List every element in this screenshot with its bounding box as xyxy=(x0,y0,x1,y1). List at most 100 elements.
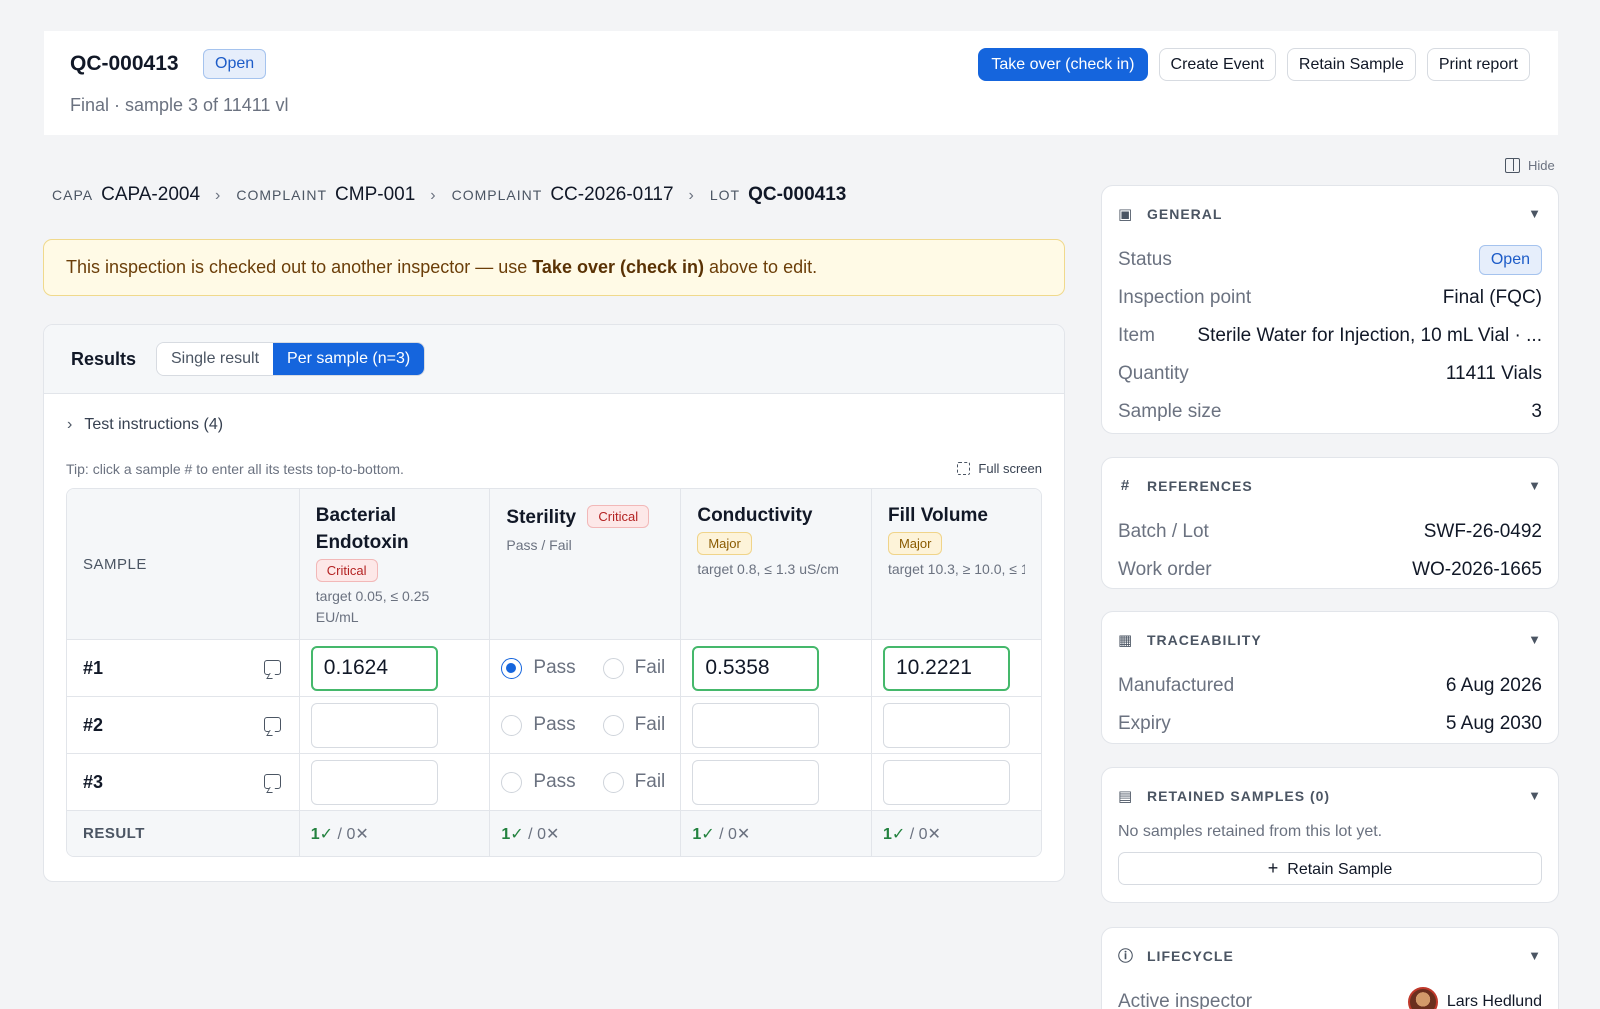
add-comment-icon[interactable] xyxy=(263,774,281,789)
severity-badge: Major xyxy=(697,532,752,555)
fill-volume-input[interactable] xyxy=(882,759,1010,805)
breadcrumb-complaint-link[interactable]: CMP-001 xyxy=(335,184,415,206)
sample-id[interactable]: #1 xyxy=(67,640,300,697)
add-comment-icon[interactable] xyxy=(263,660,281,675)
chevron-down-icon[interactable]: ▼ xyxy=(1528,478,1542,493)
sterility-cell: Pass Fail xyxy=(490,640,682,697)
fill-volume-cell xyxy=(871,697,1041,754)
lifecycle-panel-header[interactable]: ⓘ LIFECYCLE ▼ xyxy=(1118,928,1542,983)
field-value: WO-2026-1665 xyxy=(1412,559,1542,580)
fail-count: 0✕ xyxy=(537,825,560,843)
field-value: 6 Aug 2026 xyxy=(1445,675,1542,696)
fill-volume-input[interactable] xyxy=(882,702,1010,748)
hide-sidebar-button[interactable]: Hide xyxy=(1505,158,1555,173)
single-result-tab[interactable]: Single result xyxy=(157,343,274,375)
per-sample-tab[interactable]: Per sample (n=3) xyxy=(273,343,425,375)
breadcrumb: CAPA CAPA-2004 › COMPLAINT CMP-001 › COM… xyxy=(52,184,846,206)
endotoxin-cell xyxy=(299,754,491,811)
fail-radio[interactable] xyxy=(602,714,624,736)
general-panel: ▣ GENERAL ▼ Status Open Inspection point Fin… xyxy=(1101,185,1559,434)
print-report-button[interactable]: Print report xyxy=(1426,48,1530,81)
chevron-down-icon[interactable]: ▼ xyxy=(1528,948,1542,963)
endotoxin-input[interactable] xyxy=(310,759,438,805)
breadcrumb-lot-link[interactable]: QC-000413 xyxy=(748,184,846,206)
conductivity-input[interactable] xyxy=(692,645,820,691)
chevron-down-icon[interactable]: ▼ xyxy=(1528,632,1542,647)
pass-label: Pass xyxy=(533,771,576,792)
retained-samples-panel-header[interactable]: ▤ RETAINED SAMPLES (0) ▼ xyxy=(1118,768,1542,823)
chevron-down-icon[interactable]: ▼ xyxy=(1528,788,1542,803)
pass-count: 1✓ xyxy=(882,825,906,843)
result-separator: / xyxy=(528,825,533,843)
general-panel-header[interactable]: ▣ GENERAL ▼ xyxy=(1118,186,1542,241)
pass-radio[interactable] xyxy=(501,714,523,736)
fill-volume-input[interactable] xyxy=(882,645,1010,691)
retain-sample-button[interactable]: Retain Sample xyxy=(1286,48,1416,81)
endotoxin-cell xyxy=(299,640,491,697)
retain-sample-panel-button[interactable]: + Retain Sample xyxy=(1118,852,1542,885)
field-label: Sample size xyxy=(1118,401,1222,422)
panel-title: TRACEABILITY xyxy=(1147,631,1262,648)
test-instructions-label: Test instructions (4) xyxy=(84,416,224,433)
status-badge: Open xyxy=(203,49,267,79)
empty-state-text: No samples retained from this lot yet. xyxy=(1118,823,1383,840)
endotoxin-cell xyxy=(299,697,491,754)
pass-radio[interactable] xyxy=(501,771,523,793)
retained-samples-panel: ▤ RETAINED SAMPLES (0) ▼ No samples retain… xyxy=(1101,767,1559,903)
field-label: Manufactured xyxy=(1118,675,1235,696)
results-header: Results Single result Per sample (n=3) xyxy=(44,325,1064,394)
column-header-conductivity: Conductivity Major target 0.8, ≤ 1.3 uS/… xyxy=(681,489,872,640)
chevron-down-icon[interactable]: ▼ xyxy=(1528,206,1542,221)
conductivity-cell xyxy=(681,754,872,811)
field-label: Expiry xyxy=(1118,713,1171,734)
calendar-icon: ▦ xyxy=(1118,631,1134,649)
severity-badge: Critical xyxy=(315,559,378,582)
conductivity-cell xyxy=(681,697,872,754)
fail-radio[interactable] xyxy=(602,657,624,679)
fail-radio[interactable] xyxy=(602,771,624,793)
severity-badge: Critical xyxy=(587,505,650,528)
conductivity-input[interactable] xyxy=(692,702,820,748)
chevron-right-icon: › xyxy=(430,187,436,204)
breadcrumb-complaint-link[interactable]: CC-2026-0117 xyxy=(550,184,673,206)
item-row: Item Sterile Water for Injection, 10 mL V… xyxy=(1118,317,1542,355)
field-value: 5 Aug 2030 xyxy=(1445,713,1542,734)
sample-number: #1 xyxy=(83,657,104,678)
field-label: Batch / Lot xyxy=(1118,521,1209,542)
pass-radio[interactable] xyxy=(501,657,523,679)
conductivity-cell xyxy=(681,640,872,697)
fill-volume-cell xyxy=(871,640,1041,697)
references-panel-header[interactable]: # REFERENCES ▼ xyxy=(1118,458,1542,513)
take-over-button[interactable]: Take over (check in) xyxy=(978,48,1148,81)
result-summary-row: RESULT 1✓ / 0✕ 1✓ / 0✕ 1✓ / 0✕ 1✓ / 0✕ xyxy=(67,811,1041,856)
traceability-panel-header[interactable]: ▦ TRACEABILITY ▼ xyxy=(1118,612,1542,667)
field-label: Active inspector xyxy=(1118,991,1253,1009)
field-label: Item xyxy=(1118,325,1155,346)
hash-icon: # xyxy=(1120,477,1131,494)
sterility-cell: Pass Fail xyxy=(490,697,682,754)
test-instructions-toggle[interactable]: › Test instructions (4) xyxy=(67,416,223,434)
sample-id[interactable]: #3 xyxy=(67,754,300,811)
pass-count: 1✓ xyxy=(501,825,524,843)
archive-icon: ▤ xyxy=(1118,787,1134,805)
full-screen-button[interactable]: Full screen xyxy=(957,461,1042,476)
work-order-row: Work order WO-2026-1665 xyxy=(1118,551,1542,589)
result-cell: 1✓ / 0✕ xyxy=(681,811,872,856)
field-label: Status xyxy=(1118,249,1172,270)
panel-title: GENERAL xyxy=(1147,205,1223,222)
sample-id[interactable]: #2 xyxy=(67,697,300,754)
create-event-button[interactable]: Create Event xyxy=(1158,48,1276,81)
column-header-sterility: Sterility Critical Pass / Fail xyxy=(490,489,682,640)
manufactured-row: Manufactured 6 Aug 2026 xyxy=(1118,667,1542,705)
fail-label: Fail xyxy=(634,714,666,735)
sterility-cell: Pass Fail xyxy=(490,754,682,811)
endotoxin-input[interactable] xyxy=(310,645,438,691)
header-actions: Take over (check in) Create Event Retain… xyxy=(978,48,1530,81)
warning-text: This inspection is checked out to anothe… xyxy=(66,257,533,277)
breadcrumb-capa-link[interactable]: CAPA-2004 xyxy=(101,184,200,206)
add-comment-icon[interactable] xyxy=(263,717,281,732)
endotoxin-input[interactable] xyxy=(310,702,438,748)
test-spec: target 0.05, ≤ 0.25 EU/mL xyxy=(315,588,430,625)
result-separator: / xyxy=(909,825,915,843)
conductivity-input[interactable] xyxy=(692,759,820,805)
